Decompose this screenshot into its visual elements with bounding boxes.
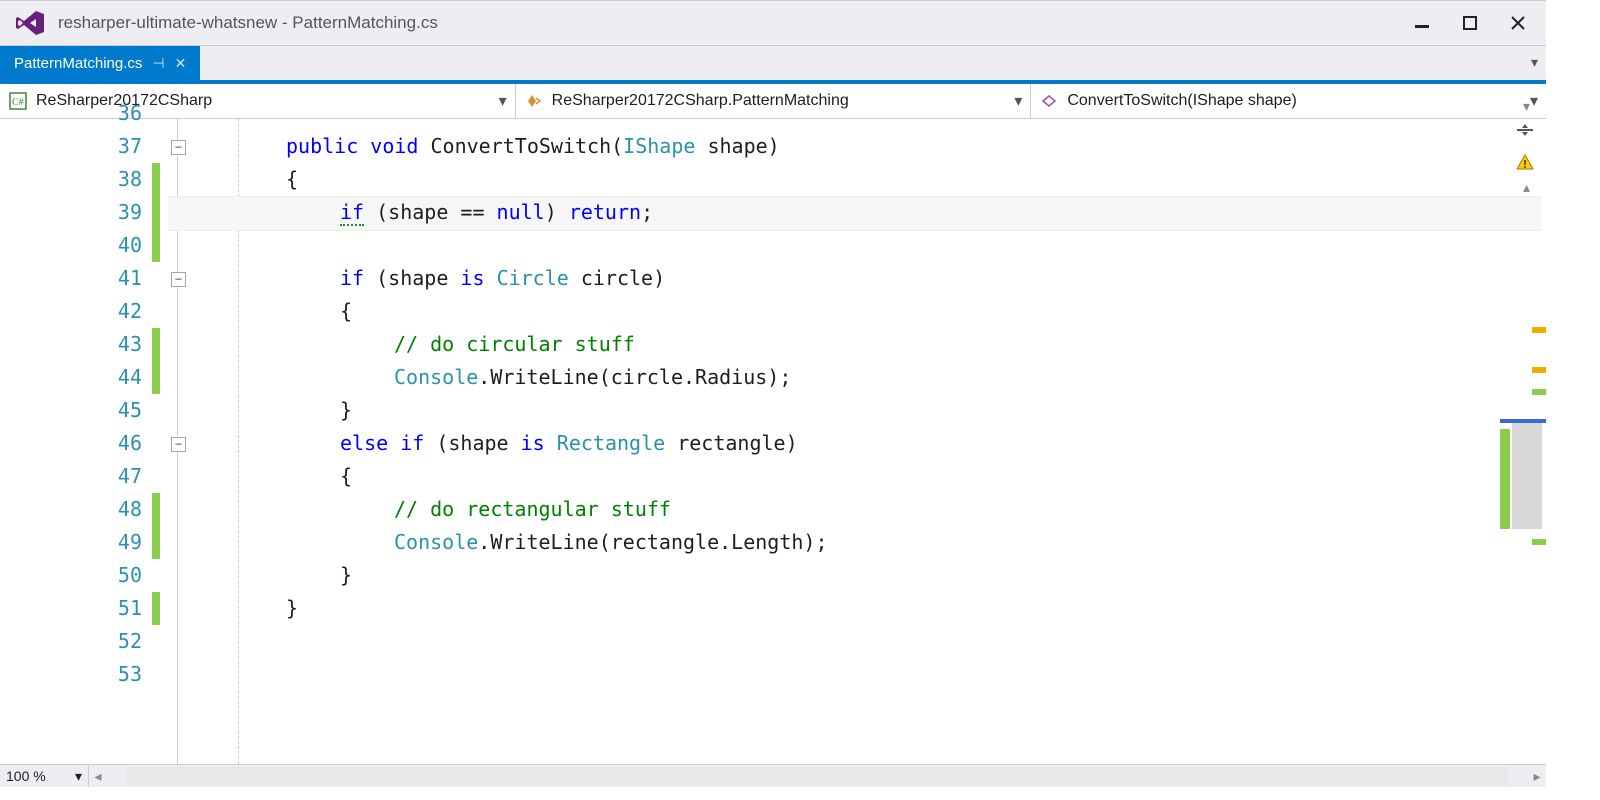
fold-toggle[interactable]: − (171, 272, 186, 287)
chevron-down-icon: ▾ (75, 768, 82, 785)
window-title: resharper-ultimate-whatsnew - PatternMat… (58, 13, 1412, 33)
line-number: 39 (0, 196, 148, 229)
marker[interactable] (1532, 539, 1546, 545)
code-line: public void ConvertToSwitch(IShape shape… (286, 130, 780, 163)
titlebar: resharper-ultimate-whatsnew - PatternMat… (0, 1, 1546, 45)
navigation-bar: C# ReSharper20172CSharp ▾ ReSharper20172… (0, 84, 1546, 119)
status-zoom-bar: 100 % ▾ ◂ ▸ (0, 764, 1546, 787)
line-number: 50 (0, 559, 148, 592)
split-icon[interactable] (1516, 123, 1534, 140)
tab-overflow-menu[interactable]: ▾ (1531, 54, 1538, 71)
marker[interactable] (1532, 367, 1546, 373)
line-number: 38 (0, 163, 148, 196)
line-number: 45 (0, 394, 148, 427)
marker[interactable] (1500, 429, 1510, 529)
fold-toggle[interactable]: − (171, 140, 186, 155)
code-line: { (340, 295, 352, 328)
zoom-combo[interactable]: 100 % ▾ (0, 765, 89, 787)
scroll-down-arrow[interactable]: ▾ (1523, 98, 1530, 115)
pin-icon[interactable]: ⊣ (152, 55, 164, 72)
code-line: Console.WriteLine(circle.Radius); (394, 361, 791, 394)
code-line: else if (shape is Rectangle rectangle) (340, 427, 798, 460)
close-icon[interactable]: ✕ (175, 55, 187, 72)
change-marker (152, 493, 160, 559)
code-line: Console.WriteLine(rectangle.Length); (394, 526, 828, 559)
scrollbar-thumb[interactable] (1512, 419, 1542, 529)
scrollbar-horizontal[interactable] (127, 767, 1508, 785)
code-line: } (286, 592, 298, 625)
fold-toggle[interactable]: − (171, 437, 186, 452)
line-number: 53 (0, 658, 148, 691)
warning-icon[interactable] (1516, 153, 1534, 174)
line-number: 36 (0, 97, 148, 130)
close-button[interactable] (1508, 13, 1528, 33)
code-line: // do circular stuff (394, 328, 635, 361)
line-number: 43 (0, 328, 148, 361)
chevron-down-icon: ▾ (1530, 91, 1538, 111)
code-line: { (286, 163, 298, 196)
tab-pattern-matching[interactable]: PatternMatching.cs ⊣ ✕ (0, 46, 200, 80)
nav-method-label: ConvertToSwitch(IShape shape) (1067, 92, 1296, 110)
line-number: 52 (0, 625, 148, 658)
nav-class-combo[interactable]: ReSharper20172CSharp.PatternMatching ▾ (516, 84, 1032, 118)
document-tab-strip: PatternMatching.cs ⊣ ✕ ▾ (0, 45, 1546, 84)
gutter: 36 37 38 39 40 41 42 43 44 45 46 47 48 4… (0, 119, 168, 764)
nav-method-combo[interactable]: ConvertToSwitch(IShape shape) ▾ (1031, 84, 1546, 118)
code-line: if (shape == null) return; (340, 196, 653, 229)
nav-class-label: ReSharper20172CSharp.PatternMatching (552, 92, 849, 110)
line-number: 51 (0, 592, 148, 625)
code-line: { (340, 460, 352, 493)
maximize-button[interactable] (1460, 13, 1480, 33)
line-number: 40 (0, 229, 148, 262)
class-icon (524, 91, 544, 111)
minimize-button[interactable] (1412, 13, 1432, 33)
marker[interactable] (1532, 389, 1546, 395)
line-number: 48 (0, 493, 148, 526)
code-line: if (shape is Circle circle) (340, 262, 665, 295)
scroll-right-arrow[interactable]: ▸ (1528, 768, 1546, 785)
code-editor[interactable]: 36 37 38 39 40 41 42 43 44 45 46 47 48 4… (0, 119, 1546, 764)
zoom-level: 100 % (6, 768, 46, 784)
marker[interactable] (1532, 327, 1546, 333)
line-number: 44 (0, 361, 148, 394)
line-number: 47 (0, 460, 148, 493)
tab-label: PatternMatching.cs (14, 55, 142, 72)
code-area[interactable]: − − − public void ConvertToSwitch(IShape… (168, 119, 1546, 764)
visual-studio-logo-icon (14, 7, 46, 39)
line-number: 46 (0, 427, 148, 460)
line-number: 49 (0, 526, 148, 559)
code-line: } (340, 394, 352, 427)
code-line: } (340, 559, 352, 592)
line-number: 37 (0, 130, 148, 163)
chevron-down-icon: ▾ (499, 91, 507, 111)
line-number: 41 (0, 262, 148, 295)
code-line: // do rectangular stuff (394, 493, 671, 526)
change-marker (152, 592, 160, 625)
chevron-down-icon: ▾ (1014, 91, 1022, 111)
change-marker (152, 163, 160, 262)
scroll-up-arrow[interactable]: ▴ (1523, 179, 1530, 196)
method-icon (1039, 91, 1059, 111)
change-marker (152, 328, 160, 394)
scroll-left-arrow[interactable]: ◂ (89, 768, 107, 785)
line-number: 42 (0, 295, 148, 328)
marker[interactable] (1500, 419, 1546, 423)
